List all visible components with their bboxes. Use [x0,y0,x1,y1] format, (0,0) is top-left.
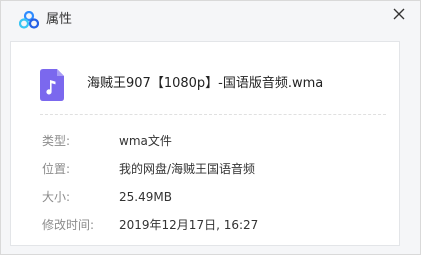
baidu-netdisk-logo-icon [18,10,40,29]
properties-dialog: 属性 海贼王907【1080p】-国语版音频.wma 类型: wma文件 位置:… [0,0,421,255]
close-icon[interactable] [388,3,410,25]
location-label: 位置: [42,162,71,176]
property-row-size: 大小: 25.49MB [11,188,399,206]
type-value: wma文件 [119,134,172,148]
modified-time-label: 修改时间: [42,218,95,232]
divider [40,114,386,115]
size-label: 大小: [42,190,71,204]
window-title: 属性 [46,12,73,27]
properties-panel: 海贼王907【1080p】-国语版音频.wma 类型: wma文件 位置: 我的… [10,41,400,246]
file-name: 海贼王907【1080p】-国语版音频.wma [87,76,324,91]
location-value: 我的网盘/海贼王国语音频 [119,162,256,176]
title-bar: 属性 [1,1,420,41]
size-value: 25.49MB [119,190,172,204]
type-label: 类型: [42,134,71,148]
file-header: 海贼王907【1080p】-国语版音频.wma [11,42,399,120]
music-note-icon [40,69,64,101]
property-row-type: 类型: wma文件 [11,132,399,150]
property-row-modified: 修改时间: 2019年12月17日, 16:27 [11,216,399,234]
property-row-location: 位置: 我的网盘/海贼王国语音频 [11,160,399,178]
modified-time-value: 2019年12月17日, 16:27 [119,218,259,232]
